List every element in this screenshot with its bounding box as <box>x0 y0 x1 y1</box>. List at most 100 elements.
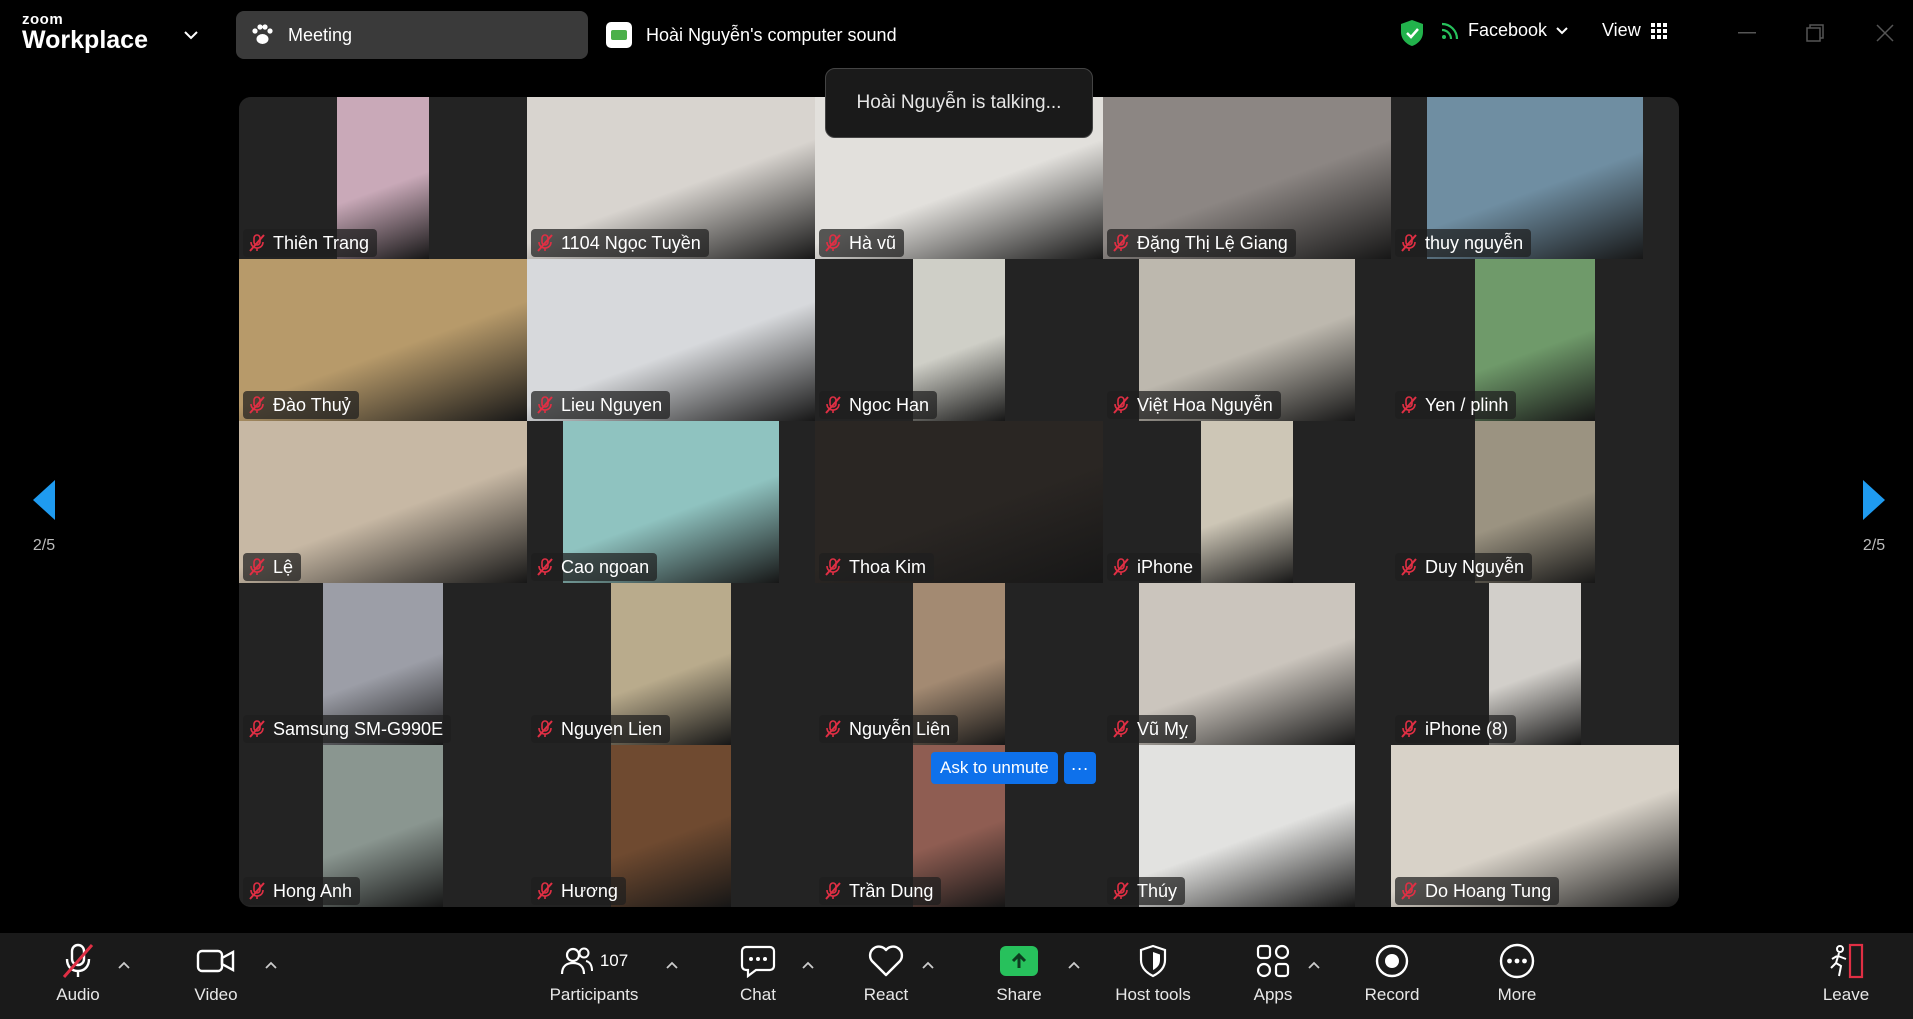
broadcast-icon <box>1441 22 1459 39</box>
video-button[interactable]: Video <box>188 939 244 1005</box>
next-page[interactable]: 2/5 <box>1844 478 1904 555</box>
participants-button[interactable]: 107 Participants <box>544 939 644 1005</box>
mic-muted-icon <box>249 396 273 414</box>
participant-name-tag: Vũ Mỵ <box>1107 715 1197 743</box>
participant-tile[interactable]: Thoa Kim <box>815 421 1103 583</box>
grid-icon <box>1650 22 1667 39</box>
share-button[interactable]: Share <box>994 939 1044 1005</box>
participant-name-tag: Việt Hoa Nguyễn <box>1107 391 1281 419</box>
participant-tile[interactable]: thuy nguyễn <box>1391 97 1679 259</box>
participant-tile[interactable]: Cao ngoan <box>527 421 815 583</box>
mic-muted-icon <box>1401 234 1425 252</box>
audio-button[interactable]: Audio <box>50 939 106 1005</box>
participant-name-tag: Hương <box>531 877 626 905</box>
ask-to-unmute-button[interactable]: Ask to unmute <box>931 752 1058 784</box>
participant-tile[interactable]: iPhone (8) <box>1391 583 1679 745</box>
chat-options-caret[interactable] <box>800 957 816 973</box>
participant-tile[interactable]: Thiên Trang <box>239 97 527 259</box>
participant-name: thuy nguyễn <box>1425 232 1524 253</box>
chevron-down-icon[interactable] <box>178 22 204 48</box>
participant-name: Lieu Nguyen <box>561 394 663 415</box>
mic-muted-icon <box>1113 234 1137 252</box>
participant-name-tag: Yen / plinh <box>1395 391 1517 419</box>
participant-name-tag: iPhone <box>1107 553 1202 581</box>
mic-muted-icon <box>1113 882 1137 900</box>
mic-muted-icon <box>1401 396 1425 414</box>
close-icon[interactable] <box>1870 18 1900 48</box>
livestream-facebook-button[interactable]: Facebook <box>1440 20 1577 41</box>
react-button[interactable]: React <box>862 939 910 1005</box>
host-shield-icon <box>1138 939 1168 983</box>
participant-tile[interactable]: Lieu Nguyen <box>527 259 815 421</box>
participant-tile[interactable]: Thúy <box>1103 745 1391 907</box>
participant-name-tag: Đào Thuỷ <box>243 391 359 419</box>
previous-page[interactable]: 2/5 <box>14 478 74 555</box>
security-shield-icon[interactable] <box>1398 18 1426 53</box>
record-button[interactable]: Record <box>1362 939 1422 1005</box>
participant-name: Do Hoang Tung <box>1425 880 1552 901</box>
participant-name-tag: Do Hoang Tung <box>1395 877 1560 905</box>
video-options-caret[interactable] <box>263 957 279 973</box>
participants-count: 107 <box>599 951 629 970</box>
share-options-caret[interactable] <box>1066 957 1082 973</box>
participant-tile[interactable]: Samsung SM-G990E <box>239 583 527 745</box>
participant-name-tag: Đặng Thị Lệ Giang <box>1107 229 1296 257</box>
participant-tile[interactable]: Hương <box>527 745 815 907</box>
participant-tile[interactable]: Nguyen Lien <box>527 583 815 745</box>
participant-name: Việt Hoa Nguyễn <box>1137 394 1273 415</box>
participant-name-tag: Lệ <box>243 553 302 581</box>
apps-options-caret[interactable] <box>1306 957 1322 973</box>
meeting-info-button[interactable]: Meeting <box>236 11 588 59</box>
participant-tile[interactable]: 1104 Ngọc Tuyền <box>527 97 815 259</box>
apps-button[interactable]: Apps <box>1251 939 1295 1005</box>
participants-options-caret[interactable] <box>664 957 680 973</box>
participant-name: Đặng Thị Lệ Giang <box>1137 232 1288 253</box>
participants-icon <box>560 947 593 975</box>
participant-name-tag: Ngoc Han <box>819 391 938 419</box>
participant-tile[interactable]: Yen / plinh <box>1391 259 1679 421</box>
participant-name-tag: Thoa Kim <box>819 553 935 581</box>
mic-muted-icon <box>249 882 273 900</box>
participant-name-tag: Samsung SM-G990E <box>243 715 452 743</box>
participant-name: Thiên Trang <box>273 232 370 253</box>
participant-name: Thúy <box>1137 880 1178 901</box>
chevron-down-icon <box>1556 26 1568 34</box>
audio-options-caret[interactable] <box>116 957 132 973</box>
chat-button[interactable]: Chat <box>736 939 780 1005</box>
sound-label: Hoài Nguyễn's computer sound <box>646 24 897 45</box>
participant-tile[interactable]: Ngoc Han <box>815 259 1103 421</box>
host-tools-button[interactable]: Host tools <box>1108 939 1198 1005</box>
zoom-logo: zoom Workplace <box>22 12 148 53</box>
view-button[interactable]: View <box>1602 20 1667 41</box>
heart-icon <box>867 939 905 983</box>
participant-tile[interactable]: Hong Anh <box>239 745 527 907</box>
mic-muted-icon <box>537 720 561 738</box>
participant-tile[interactable]: Do Hoang Tung <box>1391 745 1679 907</box>
react-options-caret[interactable] <box>920 957 936 973</box>
leave-button[interactable]: Leave <box>1820 939 1872 1005</box>
participant-name: Thoa Kim <box>849 556 927 577</box>
participant-name: iPhone (8) <box>1425 718 1509 739</box>
minimize-icon[interactable] <box>1732 18 1762 48</box>
top-bar: zoom Workplace Meeting Hoài Nguyễn's com… <box>0 0 1913 68</box>
participant-tile[interactable]: Lệ <box>239 421 527 583</box>
participant-tile[interactable]: Việt Hoa Nguyễn <box>1103 259 1391 421</box>
mic-muted-icon <box>1401 882 1425 900</box>
participant-name: Hà vũ <box>849 232 897 253</box>
participant-name-tag: Hà vũ <box>819 229 905 257</box>
more-button[interactable]: More <box>1492 939 1542 1005</box>
mic-muted-icon <box>1113 396 1137 414</box>
participant-tile[interactable]: Đặng Thị Lệ Giang <box>1103 97 1391 259</box>
participant-tile[interactable]: Đào Thuỷ <box>239 259 527 421</box>
gallery-view-grid: Thiên Trang 1104 Ngọc Tuyền Hà vũ Đặng Thị … <box>239 97 1679 907</box>
participants-label: Participants <box>549 985 639 1004</box>
more-options-button[interactable]: ··· <box>1063 752 1096 784</box>
participant-tile[interactable]: Nguyễn Liên <box>815 583 1103 745</box>
participant-tile[interactable]: Duy Nguyễn <box>1391 421 1679 583</box>
participant-name-tag: Lieu Nguyen <box>531 391 671 419</box>
participant-tile[interactable]: Vũ Mỵ <box>1103 583 1391 745</box>
maximize-icon[interactable] <box>1800 18 1830 48</box>
participant-tile[interactable]: iPhone <box>1103 421 1391 583</box>
computer-sound-indicator[interactable]: Hoài Nguyễn's computer sound <box>606 22 897 48</box>
participant-name: Đào Thuỷ <box>273 394 351 415</box>
